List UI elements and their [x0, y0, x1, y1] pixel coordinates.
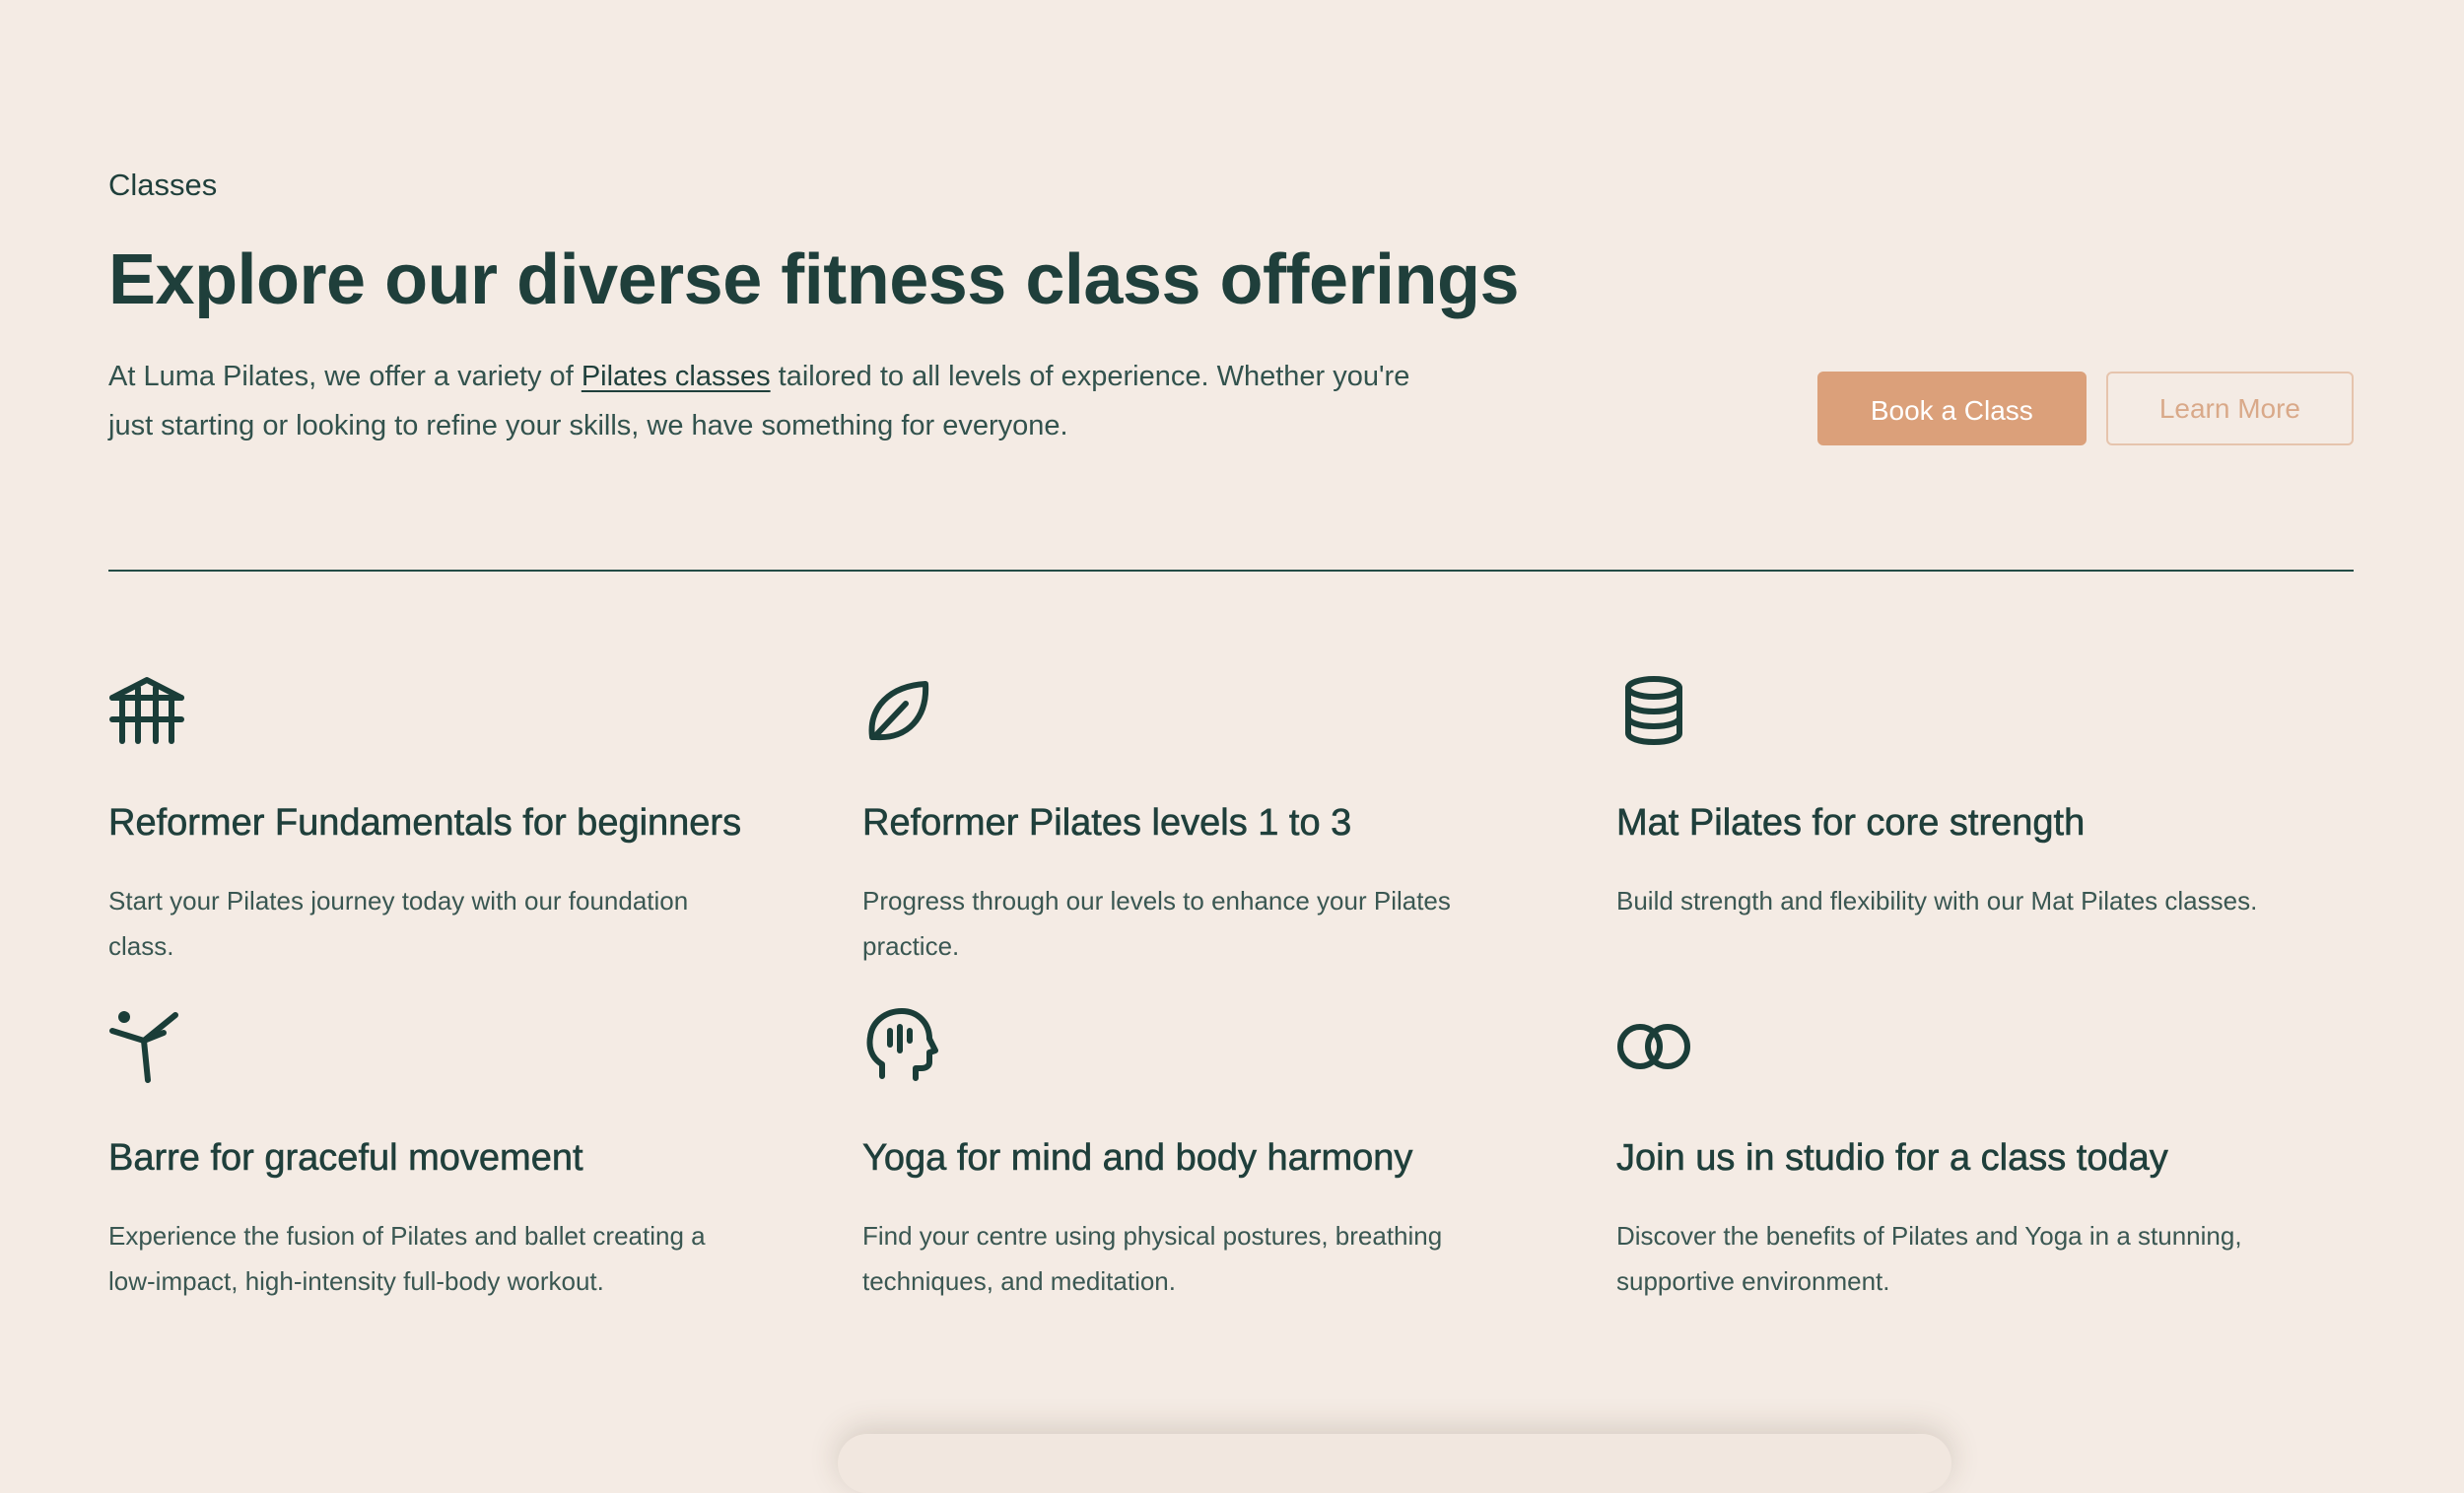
class-title: Barre for graceful movement [108, 1137, 583, 1180]
section-eyebrow: Classes [108, 168, 218, 202]
class-description: Discover the benefits of Pilates and Yog… [1616, 1221, 2242, 1296]
leaf-icon [862, 672, 939, 749]
interlocking-rings-icon [1616, 1007, 1693, 1084]
class-title: Reformer Pilates levels 1 to 3 [862, 802, 1352, 845]
class-description: Find your centre using physical postures… [862, 1221, 1443, 1296]
head-mind-icon [862, 1007, 939, 1084]
next-section-card-edge [838, 1434, 1951, 1493]
pavilion-icon [108, 672, 185, 749]
class-description: Build strength and flexibility with our … [1616, 886, 2258, 916]
stretching-figure-icon [108, 1007, 185, 1084]
section-description: At Luma Pilates, we offer a variety of P… [108, 352, 1449, 450]
class-title: Reformer Fundamentals for beginners [108, 802, 742, 845]
class-title: Join us in studio for a class today [1616, 1137, 2168, 1180]
class-description: Start your Pilates journey today with ou… [108, 886, 689, 961]
pilates-classes-link[interactable]: Pilates classes [582, 361, 771, 392]
description-text-start: At Luma Pilates, we offer a variety of [108, 361, 582, 392]
database-icon [1616, 672, 1693, 749]
section-actions: Book a Class Learn More [1816, 372, 2354, 445]
classes-section: Classes Explore our diverse fitness clas… [108, 0, 2354, 1461]
class-description: Progress through our levels to enhance y… [862, 886, 1451, 961]
class-title: Mat Pilates for core strength [1616, 802, 2086, 845]
page-title: Explore our diverse fitness class offeri… [108, 240, 1520, 319]
class-title: Yoga for mind and body harmony [862, 1137, 1413, 1180]
class-description: Experience the fusion of Pilates and bal… [108, 1221, 706, 1296]
book-class-button[interactable]: Book a Class [1816, 372, 2087, 445]
learn-more-button[interactable]: Learn More [2105, 372, 2354, 445]
section-divider [108, 570, 2354, 572]
